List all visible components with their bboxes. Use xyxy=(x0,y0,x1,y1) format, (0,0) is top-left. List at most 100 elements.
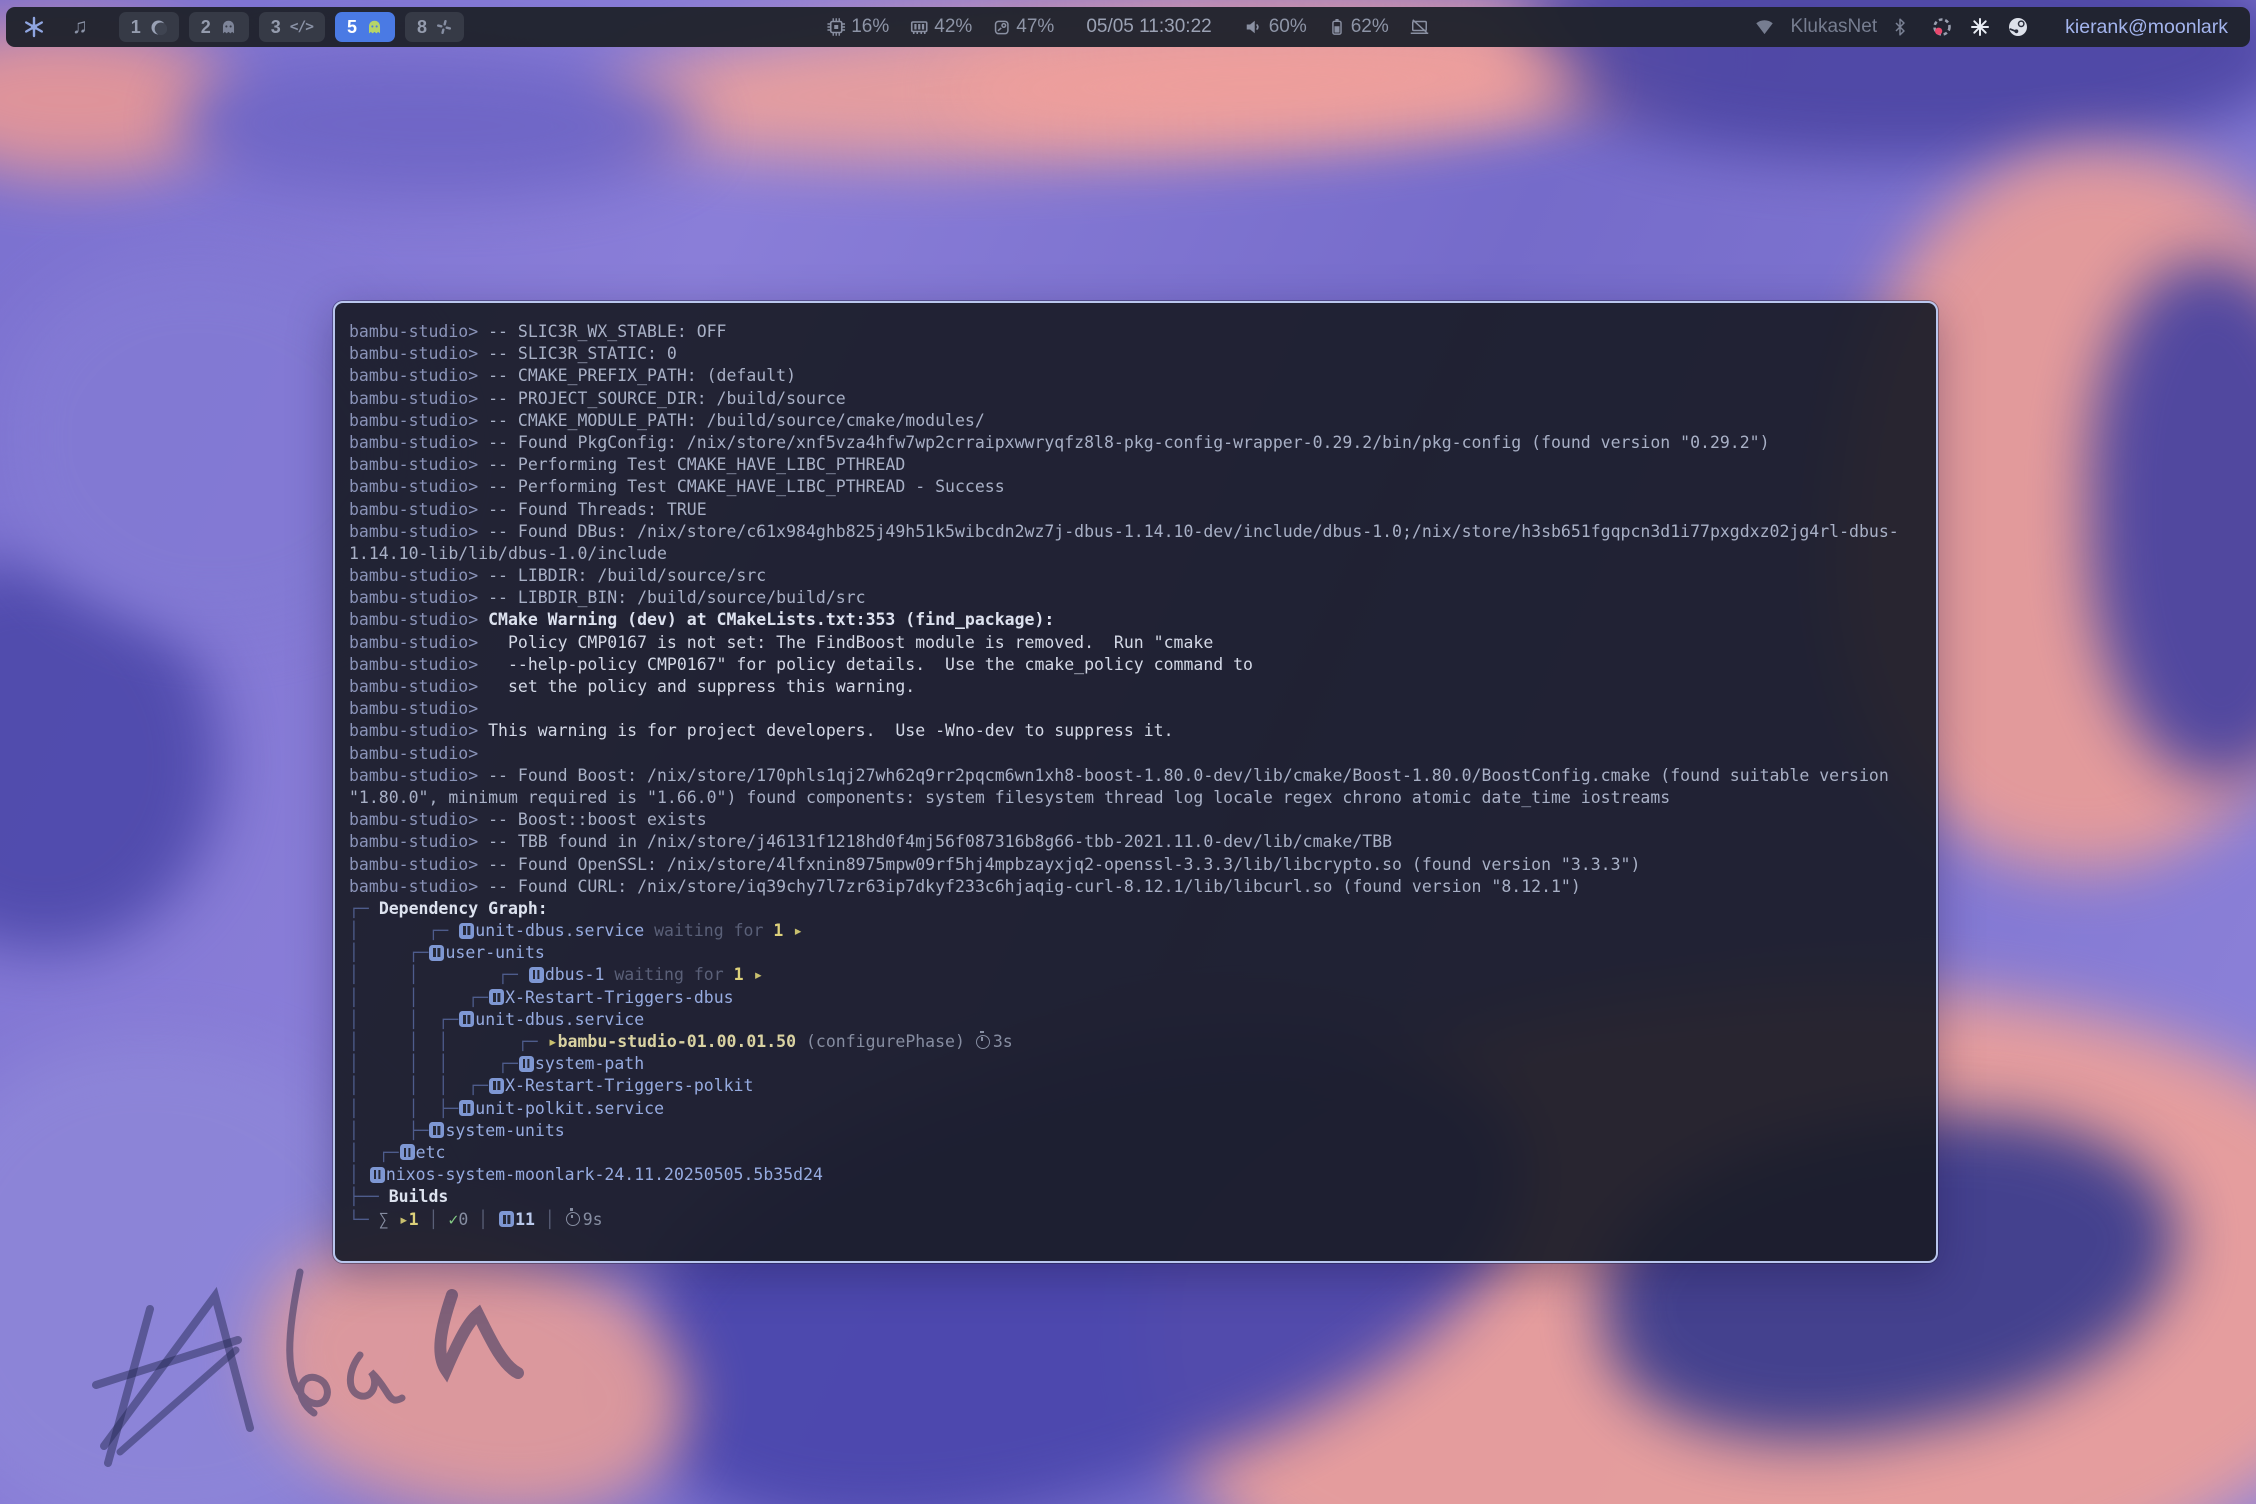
terminal-text-segment: This warning is for project developers. … xyxy=(488,721,1173,740)
terminal-line: │ ┌─ unit-dbus.service waiting for 1 ▸ xyxy=(349,920,1936,942)
terminal-text-segment: 1 xyxy=(734,965,744,984)
terminal-line: │ │ │ ┌─system-path xyxy=(349,1053,1936,1075)
terminal-text-segment: │ ┌─ xyxy=(349,943,428,962)
terminal-text-segment: system-units xyxy=(445,1121,564,1140)
terminal-text-segment: -- Found OpenSSL: /nix/store/4lfxnin8975… xyxy=(488,855,1640,874)
terminal-text-segment: bambu-studio> xyxy=(349,411,488,430)
terminal-line: bambu-studio> Policy CMP0167 is not set:… xyxy=(349,632,1936,654)
volume-stat[interactable]: 60% xyxy=(1244,16,1307,38)
terminal-text-segment: user-units xyxy=(445,943,544,962)
terminal-window[interactable]: bambu-studio> -- SLIC3R_WX_STABLE: OFFba… xyxy=(333,301,1938,1263)
bluetooth-icon[interactable] xyxy=(1893,17,1907,37)
terminal-text-segment: -- Performing Test CMAKE_HAVE_LIBC_PTHRE… xyxy=(488,455,905,474)
terminal-line: │ nixos-system-moonlark-24.11.20250505.5… xyxy=(349,1164,1936,1186)
terminal-text-segment: -- CMAKE_PREFIX_PATH: (default) xyxy=(488,366,796,385)
terminal-text-segment: bambu-studio> xyxy=(349,655,488,674)
terminal-text-segment: │ │ │ ┌─ xyxy=(349,1076,488,1095)
terminal-text-segment: │ xyxy=(535,1210,565,1229)
terminal-text-segment: Policy CMP0167 is not set: The FindBoost… xyxy=(488,633,1213,652)
stopwatch-icon xyxy=(566,1212,580,1226)
clock[interactable]: 05/05 11:30:22 xyxy=(1086,16,1211,38)
terminal-text-segment: ▸ xyxy=(783,921,803,940)
top-bar-left: ♫ 1 2 3</> 58 xyxy=(6,12,464,42)
nix-logo-icon[interactable] xyxy=(23,16,45,38)
terminal-text-segment: --help-policy CMP0167" for policy detail… xyxy=(488,655,1253,674)
workspace-number: 1 xyxy=(131,17,141,38)
terminal-text-segment: │ │ ┌─ xyxy=(349,988,488,1007)
volume-icon xyxy=(1244,17,1264,37)
terminal-line: bambu-studio> -- LIBDIR: /build/source/s… xyxy=(349,565,1936,587)
spinner-tray-icon[interactable] xyxy=(1931,16,1953,38)
terminal-text-segment: waiting for xyxy=(604,965,733,984)
network-name[interactable]: KlukasNet xyxy=(1791,16,1878,38)
terminal-text-segment: bambu-studio> xyxy=(349,344,488,363)
terminal-text-segment: -- CMAKE_MODULE_PATH: /build/source/cmak… xyxy=(488,411,985,430)
terminal-text-segment: -- Found PkgConfig: /nix/store/xnf5vza4h… xyxy=(488,433,1769,452)
terminal-text-segment: -- LIBDIR: /build/source/src xyxy=(488,566,766,585)
terminal-line: bambu-studio> set the policy and suppres… xyxy=(349,676,1936,698)
terminal-line: bambu-studio> -- PROJECT_SOURCE_DIR: /bu… xyxy=(349,388,1936,410)
terminal-line: bambu-studio> -- TBB found in /nix/store… xyxy=(349,831,1936,853)
terminal-text-segment: Builds xyxy=(389,1187,449,1206)
pause-badge-icon xyxy=(429,945,444,961)
terminal-line: ├── Builds xyxy=(349,1186,1936,1208)
workspace-8-button[interactable]: 8 xyxy=(405,12,464,42)
wifi-icon[interactable] xyxy=(1754,18,1775,37)
cpu-value: 16% xyxy=(851,16,889,38)
music-note-icon[interactable]: ♫ xyxy=(72,15,88,39)
terminal-line: 1.14.10-lib/lib/dbus-1.0/include xyxy=(349,543,1936,565)
terminal-text-segment: -- Found Threads: TRUE xyxy=(488,500,707,519)
terminal-text-segment: bambu-studio-01.00.01.50 xyxy=(558,1032,796,1051)
terminal-text-segment: bambu-studio> xyxy=(349,566,488,585)
pause-badge-icon xyxy=(370,1167,385,1183)
terminal-text-segment: unit-polkit.service xyxy=(475,1099,664,1118)
terminal-text-segment: bambu-studio> xyxy=(349,389,488,408)
code-icon: </> xyxy=(290,19,313,35)
terminal-line: bambu-studio> -- Performing Test CMAKE_H… xyxy=(349,476,1936,498)
terminal-line: bambu-studio> -- CMAKE_MODULE_PATH: /bui… xyxy=(349,410,1936,432)
terminal-text-segment: 11 xyxy=(515,1210,535,1229)
terminal-text-segment: bambu-studio> xyxy=(349,832,488,851)
steam-tray-icon[interactable] xyxy=(2007,16,2029,38)
terminal-line: bambu-studio> -- Found CURL: /nix/store/… xyxy=(349,876,1936,898)
pause-badge-icon xyxy=(499,1211,514,1227)
terminal-text-segment: bambu-studio> xyxy=(349,522,488,541)
terminal-line: bambu-studio> -- SLIC3R_STATIC: 0 xyxy=(349,343,1936,365)
terminal-text-segment: (configurePhase) xyxy=(796,1032,975,1051)
terminal-text-segment: -- Performing Test CMAKE_HAVE_LIBC_PTHRE… xyxy=(488,477,1005,496)
terminal-text-segment: -- SLIC3R_WX_STABLE: OFF xyxy=(488,322,726,341)
terminal-text-segment: ├── xyxy=(349,1187,389,1206)
terminal-text-segment: │ ┌─ xyxy=(349,1143,399,1162)
terminal-text-segment: "1.80.0", minimum required is "1.66.0") … xyxy=(349,788,1670,807)
terminal-text-segment: bambu-studio> xyxy=(349,855,488,874)
workspace-1-button[interactable]: 1 xyxy=(119,12,179,42)
terminal-text-segment: 1 xyxy=(409,1210,419,1229)
terminal-text-segment: bambu-studio> xyxy=(349,877,488,896)
top-bar-right: KlukasNet xyxy=(1754,16,2250,39)
terminal-line: └─ ∑ ▸1 │ ✓0 │ 11 │ 9s xyxy=(349,1209,1936,1231)
cpu-stat: 16% xyxy=(826,16,889,38)
terminal-line: bambu-studio> -- SLIC3R_WX_STABLE: OFF xyxy=(349,321,1936,343)
volume-value: 60% xyxy=(1269,16,1307,38)
pause-badge-icon xyxy=(529,967,544,983)
starburst-tray-icon[interactable] xyxy=(1970,17,1990,37)
terminal-text-segment: Dependency Graph: xyxy=(379,899,548,918)
terminal-text-segment: -- Found CURL: /nix/store/iq39chy7l7zr63… xyxy=(488,877,1581,896)
disk-icon xyxy=(992,18,1011,37)
laptop-slash-icon xyxy=(1409,17,1430,37)
pause-badge-icon xyxy=(489,1078,504,1094)
terminal-text-segment: bambu-studio> xyxy=(349,810,488,829)
workspace-3-button[interactable]: 3</> xyxy=(259,12,325,42)
terminal-text-segment: 1.14.10-lib/lib/dbus-1.0/include xyxy=(349,544,667,563)
slack-icon xyxy=(436,19,452,35)
workspace-5-button[interactable]: 5 xyxy=(335,12,395,42)
terminal-text-segment: bambu-studio> xyxy=(349,477,488,496)
battery-value: 62% xyxy=(1351,16,1389,38)
ghost-icon xyxy=(220,19,237,36)
terminal-text-segment: │ │ ├─ xyxy=(349,1099,458,1118)
terminal-text-segment: X-Restart-Triggers-dbus xyxy=(505,988,733,1007)
terminal-line: bambu-studio> CMake Warning (dev) at CMa… xyxy=(349,609,1936,631)
caffeine-toggle[interactable] xyxy=(1409,17,1430,37)
terminal-text-segment: -- Found DBus: /nix/store/c61x984ghb825j… xyxy=(488,522,1899,541)
workspace-2-button[interactable]: 2 xyxy=(189,12,249,42)
